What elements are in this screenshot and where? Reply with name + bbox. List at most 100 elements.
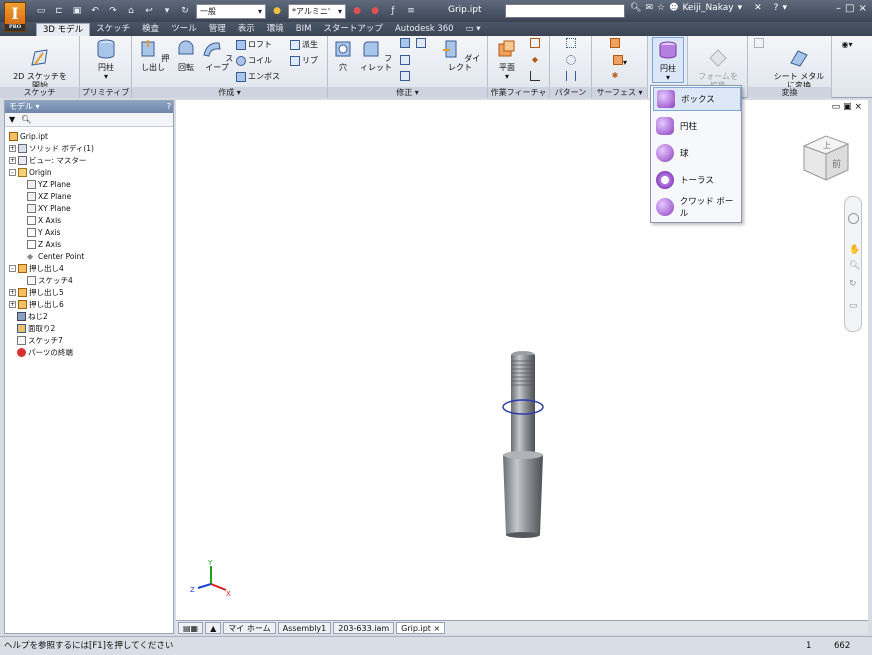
maximize-icon[interactable]: □ (845, 3, 854, 14)
revolve-button[interactable]: 回転 (172, 38, 200, 72)
tree-item-part[interactable]: Grip.ipt (9, 131, 48, 142)
coil-button[interactable]: コイル (236, 55, 272, 66)
tree-item-extrusion6[interactable]: + 押し出し6 (9, 299, 64, 310)
favorite-star-icon[interactable]: ☆ (657, 3, 665, 13)
viewcube[interactable]: 上 前 (796, 128, 856, 188)
user-name[interactable]: Keiji_Nakay (682, 3, 733, 13)
open-file-icon[interactable]: ⊏ (52, 4, 66, 18)
return-icon[interactable]: ↩ (142, 4, 156, 18)
customize-icon[interactable]: ≡ (404, 4, 418, 18)
tab-getting-started[interactable]: スタートアップ (317, 23, 389, 36)
undo-icon[interactable]: ↶ (88, 4, 102, 18)
axis-button[interactable] (526, 38, 544, 50)
menu-item-quadball[interactable]: クワッド ボール (653, 195, 741, 219)
tree-item-xy-plane[interactable]: XY Plane (27, 203, 71, 214)
mirror-button[interactable] (564, 71, 578, 83)
hole-button[interactable]: 穴 (330, 38, 356, 72)
direct-edit-button[interactable]: ダイレクト (436, 38, 484, 72)
tab-list-icon[interactable]: ▲ (205, 621, 222, 634)
menu-item-box[interactable]: ボックス (653, 87, 741, 111)
doc-tab-203-633[interactable]: 203-633.iam (333, 621, 395, 634)
ucs-button[interactable] (526, 71, 544, 83)
user-icon[interactable]: ☻ (669, 3, 678, 13)
tree-item-xz-plane[interactable]: XZ Plane (27, 191, 71, 202)
adjust-icon[interactable]: ● (368, 4, 382, 18)
fillet-button[interactable]: フィレット (356, 38, 396, 72)
help-icon[interactable]: ? (774, 3, 779, 13)
clear-appearance-icon[interactable]: ● (350, 4, 364, 18)
tab-bim[interactable]: BIM (290, 23, 318, 36)
tree-item-view[interactable]: + ビュー: マスター (9, 155, 86, 166)
chevron-down-icon[interactable]: ▾ (782, 3, 787, 13)
search-icon[interactable]: 🔍︎ (630, 3, 641, 13)
appearance-combo[interactable]: *アルミニ' ▾ (288, 3, 346, 19)
menu-item-torus[interactable]: トーラス (653, 168, 741, 192)
draft-button[interactable] (398, 71, 412, 83)
expand-icon[interactable]: + (9, 157, 16, 164)
tree-item-origin[interactable]: - Origin (9, 167, 52, 178)
tree-item-extrusion4[interactable]: - 押し出し4 (9, 263, 64, 274)
primitive-cylinder-button[interactable]: 円柱 ▾ (90, 38, 122, 81)
thread-button[interactable] (414, 38, 428, 50)
tree-item-sketch7[interactable]: スケッチ7 (17, 335, 63, 346)
chamfer-button[interactable] (398, 38, 412, 50)
close-icon[interactable]: × (433, 624, 440, 633)
chevron-down-icon[interactable]: ▾ (738, 3, 743, 13)
grip-part-model[interactable] (486, 345, 566, 540)
new-file-icon[interactable]: ▭ (34, 4, 48, 18)
save-icon[interactable]: ▣ (70, 4, 84, 18)
emboss-button[interactable]: エンボス (236, 71, 280, 82)
tab-extra-icon[interactable]: ▭ ▾ (460, 23, 487, 36)
find-icon[interactable]: 🔍︎ (21, 115, 31, 124)
tree-item-extrusion5[interactable]: + 押し出し5 (9, 287, 64, 298)
tree-item-x-axis[interactable]: X Axis (27, 215, 61, 226)
menu-item-cylinder[interactable]: 円柱 (653, 114, 741, 138)
expand-icon[interactable]: + (9, 301, 16, 308)
split-button[interactable]: ✱ (608, 71, 622, 81)
exchange-icon[interactable]: ✕ (754, 3, 762, 13)
help-search-input[interactable] (505, 4, 625, 18)
shell-button[interactable] (398, 55, 412, 67)
doc-tab-assembly1[interactable]: Assembly1 (277, 621, 332, 634)
browser-header[interactable]: モデル ▾? (5, 101, 173, 113)
rectangular-pattern-button[interactable] (564, 38, 578, 50)
formula-icon[interactable]: ƒ (386, 4, 400, 18)
look-at-icon[interactable]: ▭ (849, 301, 858, 311)
start-2d-sketch-button[interactable]: 2D スケッチを 開始 (8, 38, 72, 90)
redo-icon[interactable]: ↷ (106, 4, 120, 18)
tab-3d-model[interactable]: 3D モデル (36, 23, 91, 36)
tab-sketch[interactable]: スケッチ (90, 23, 136, 36)
expand-icon[interactable]: + (9, 145, 16, 152)
tile-view-icon[interactable]: ▤▦ (178, 621, 204, 634)
ribbon-options-button[interactable]: ◉▾ (836, 40, 858, 49)
steering-wheel-icon[interactable] (848, 213, 859, 224)
freeform-cylinder-button[interactable]: 円柱 ▾ (652, 37, 684, 83)
stitch-button[interactable]: ▾ (608, 55, 632, 67)
menu-item-sphere[interactable]: 球 (653, 141, 741, 165)
circular-pattern-button[interactable] (564, 55, 578, 67)
tab-tools[interactable]: ツール (165, 23, 203, 36)
close-icon[interactable]: × (854, 102, 862, 112)
rib-button[interactable]: リブ (290, 55, 318, 66)
convert-extra-button[interactable] (752, 38, 766, 50)
collapse-icon[interactable]: - (9, 265, 16, 272)
browser-help-icon[interactable]: ? (167, 101, 171, 113)
tree-item-chamfer2[interactable]: 面取り2 (17, 323, 55, 334)
home-icon[interactable]: ⌂ (124, 4, 138, 18)
tree-item-sketch4[interactable]: スケッチ4 (27, 275, 73, 286)
graphics-window[interactable]: ▭ ▣ × 上 前 ✋ 🔍︎ ↻ ▭ Y X Z (176, 100, 868, 620)
tab-view[interactable]: 表示 (232, 23, 261, 36)
tab-inspect[interactable]: 検査 (136, 23, 165, 36)
sweep-button[interactable]: スイープ (200, 38, 234, 72)
update-icon[interactable]: ↻ (178, 4, 192, 18)
filter-icon[interactable]: ▼ (9, 115, 15, 124)
orbit-icon[interactable]: ↻ (849, 279, 857, 289)
tree-item-y-axis[interactable]: Y Axis (27, 227, 61, 238)
doc-tab-grip[interactable]: Grip.ipt × (396, 621, 446, 634)
restore-icon[interactable]: ▣ (843, 102, 852, 112)
derive-button[interactable]: 派生 (290, 39, 318, 50)
plane-button[interactable]: 平面 ▾ (492, 38, 522, 81)
tree-item-z-axis[interactable]: Z Axis (27, 239, 61, 250)
edit-form-button[interactable]: フォームを 編集 (694, 38, 742, 90)
material-combo[interactable]: 一般 ▾ (196, 3, 266, 19)
